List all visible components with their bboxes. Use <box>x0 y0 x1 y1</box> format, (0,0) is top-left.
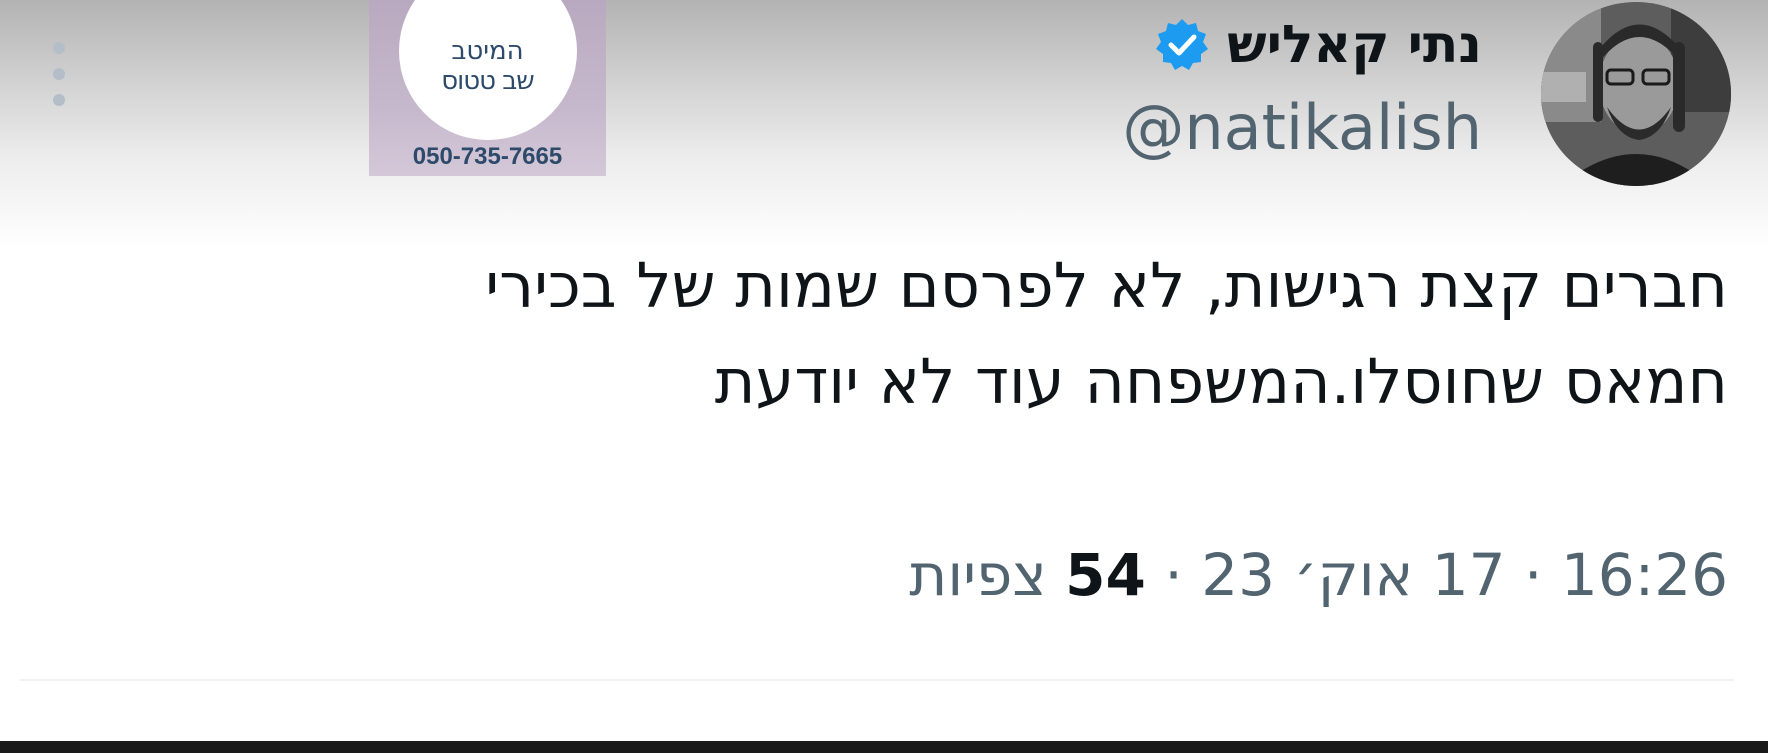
tweet-text: חברים קצת רגישות, לא לפרסם שמות של בכירי… <box>28 238 1728 430</box>
author-avatar[interactable] <box>1541 2 1731 186</box>
more-options-icon[interactable] <box>44 40 74 108</box>
bottom-strip <box>0 741 1768 753</box>
watermark-logo: המיטב שב טטוס 050-735-7665 <box>369 0 606 176</box>
tweet-text-line: חמאס שחוסלו.המשפחה עוד לא יודעת <box>714 345 1728 418</box>
tweet-meta: 16:26 · 17 אוק׳ 23 · 54 צפיות <box>909 535 1728 615</box>
meta-separator: · <box>1145 541 1202 609</box>
author-handle[interactable]: @natikalish <box>1122 88 1482 168</box>
logo-phone: 050-735-7665 <box>412 143 563 170</box>
tweet-time[interactable]: 16:26 <box>1561 541 1728 609</box>
author-info[interactable]: נתי קאליש @natikalish <box>1122 10 1482 168</box>
divider <box>20 679 1734 681</box>
views-count[interactable]: 54 <box>1065 541 1146 609</box>
logo-text-line1: המיטב <box>451 36 524 66</box>
author-display-name[interactable]: נתי קאליש <box>1227 10 1482 80</box>
author-name-row: נתי קאליש <box>1122 10 1482 80</box>
logo-text-line2: שב טטוס <box>441 66 534 96</box>
tweet-text-line: חברים קצת רגישות, לא לפרסם שמות של בכירי <box>485 249 1728 322</box>
tweet-card[interactable]: נתי קאליש @natikalish המיטב שב טטוס 050-… <box>0 0 1768 740</box>
views-label: צפיות <box>909 541 1047 609</box>
meta-separator: · <box>1505 541 1561 609</box>
verified-badge-icon <box>1153 16 1211 74</box>
tweet-date[interactable]: 17 אוק׳ 23 <box>1201 541 1505 609</box>
